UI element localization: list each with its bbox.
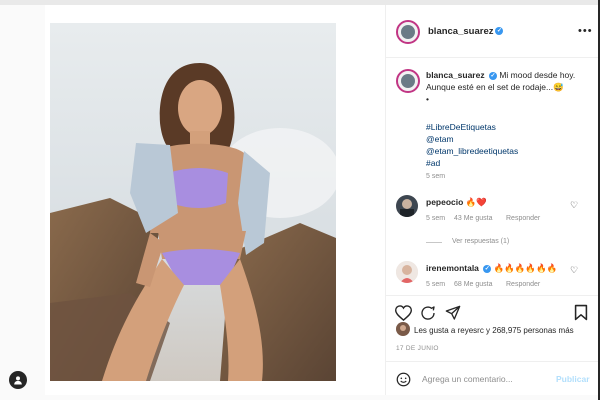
caption-avatar[interactable] — [396, 69, 420, 93]
left-panel — [0, 5, 45, 400]
verified-icon: ✓ — [488, 71, 497, 80]
emoji-icon[interactable] — [396, 372, 411, 392]
caption-tags: #LibreDeEtiquetas @etam @etam_libredeeti… — [426, 121, 518, 169]
comment-time[interactable]: 5 sem — [426, 215, 445, 222]
post-button[interactable]: Publicar — [556, 374, 590, 384]
comment-avatar[interactable] — [396, 195, 418, 217]
tag-link[interactable]: #ad — [426, 157, 518, 169]
avatar[interactable] — [396, 20, 420, 44]
view-replies-button[interactable]: Ver respuestas (1) — [452, 238, 509, 245]
comment-bar: Agrega un comentario... Publicar — [386, 361, 599, 396]
comment-icon[interactable] — [420, 305, 436, 326]
comment-avatar[interactable] — [396, 261, 418, 283]
replies-divider — [426, 242, 442, 243]
comment-likes[interactable]: 43 Me gusta — [454, 215, 493, 222]
post-date[interactable]: 17 DE JUNIO — [396, 345, 439, 352]
verified-icon: ✓ — [495, 27, 504, 36]
reply-button[interactable]: Responder — [506, 281, 540, 288]
header-username[interactable]: blanca_suarez ✓ — [428, 26, 504, 37]
header-username-text[interactable]: blanca_suarez — [428, 26, 493, 37]
user-icon[interactable] — [9, 371, 27, 389]
tag-link[interactable]: @etam — [426, 133, 518, 145]
comment-text: 🔥❤️ — [465, 197, 487, 207]
post-header: blanca_suarez ✓ ••• — [386, 5, 599, 58]
tag-link[interactable]: @etam_libredeetiquetas — [426, 145, 518, 157]
caption-username[interactable]: blanca_suarez — [426, 70, 485, 80]
more-icon[interactable]: ••• — [578, 25, 593, 37]
comment-time[interactable]: 5 sem — [426, 281, 445, 288]
post-sidebar: blanca_suarez ✓ ••• blanca_suarez ✓ Mi mo… — [385, 5, 599, 395]
comment: irenemontala ✓ 🔥🔥🔥🔥🔥🔥 — [426, 263, 557, 274]
comment-input[interactable]: Agrega un comentario... — [422, 374, 513, 384]
caption-time[interactable]: 5 sem — [426, 173, 445, 180]
liker-avatar[interactable] — [396, 322, 410, 336]
share-icon[interactable] — [445, 305, 461, 326]
likes-summary[interactable]: Les gusta a reyesrc y 268,975 personas m… — [414, 326, 574, 335]
post-media — [45, 5, 385, 395]
verified-icon: ✓ — [483, 264, 492, 273]
comment-username[interactable]: pepeocio — [426, 197, 463, 207]
caption-bullet: • — [426, 94, 429, 104]
comment: pepeocio 🔥❤️ — [426, 197, 487, 208]
comment-username[interactable]: irenemontala — [426, 263, 479, 273]
reply-button[interactable]: Responder — [506, 215, 540, 222]
bookmark-icon[interactable] — [574, 304, 588, 326]
tag-link[interactable]: #LibreDeEtiquetas — [426, 121, 518, 133]
caption: blanca_suarez ✓ Mi mood desde hoy. Aunqu… — [426, 69, 596, 105]
comment-text: 🔥🔥🔥🔥🔥🔥 — [493, 263, 558, 273]
post-photo[interactable] — [50, 23, 336, 381]
comment-likes[interactable]: 68 Me gusta — [454, 281, 493, 288]
comment-heart-icon[interactable]: ♡ — [570, 200, 578, 211]
comment-heart-icon[interactable]: ♡ — [570, 265, 578, 276]
